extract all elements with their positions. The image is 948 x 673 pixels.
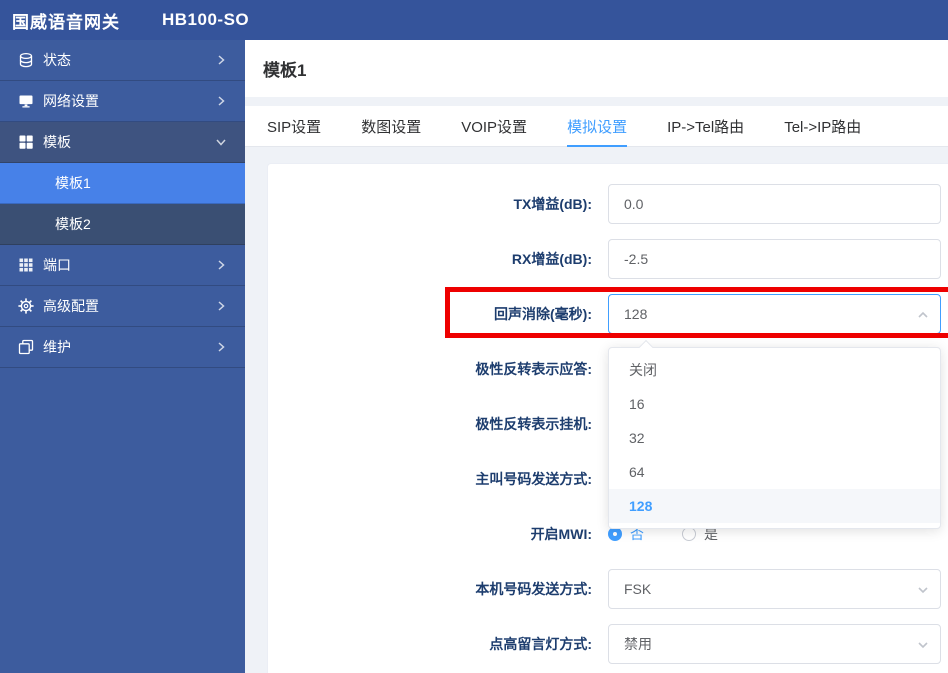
app-header: 国威语音网关 HB100-SO <box>0 0 948 40</box>
tab-tel-to-ip-route[interactable]: Tel->IP路由 <box>784 106 861 146</box>
sidebar-item-label: 网络设置 <box>43 93 99 109</box>
polarity-hangup-label: 极性反转表示挂机: <box>475 416 592 432</box>
polarity-answer-label: 极性反转表示应答: <box>475 361 592 377</box>
sidebar-subitem-label: 模板1 <box>55 175 91 191</box>
tx-gain-input[interactable] <box>608 184 941 224</box>
local-number-send-mode-label: 本机号码发送方式: <box>475 581 592 597</box>
echo-cancel-label: 回声消除(毫秒): <box>494 306 592 322</box>
brand-title: 国威语音网关 <box>12 12 120 32</box>
sidebar-item-label: 高级配置 <box>43 298 99 314</box>
divider <box>245 97 948 106</box>
sidebar-item-label: 状态 <box>43 52 71 68</box>
mwi-lamp-mode-label: 点高留言灯方式: <box>489 636 592 652</box>
sidebar-item-status[interactable]: 状态 <box>0 40 245 81</box>
local-number-send-mode-select[interactable]: FSK <box>608 569 941 609</box>
sidebar-subitem-template2[interactable]: 模板2 <box>0 204 245 245</box>
chevron-right-icon <box>218 301 225 311</box>
rx-gain-label: RX增益(dB): <box>511 251 592 267</box>
grid-2x2-icon <box>19 135 33 149</box>
chevron-up-icon <box>918 311 928 318</box>
sidebar-item-templates[interactable]: 模板 <box>0 122 245 163</box>
mwi-lamp-mode-select[interactable]: 禁用 <box>608 624 941 664</box>
page-title: 模板1 <box>263 61 307 80</box>
radio-unchecked-icon <box>682 527 696 541</box>
grid-3x3-icon <box>19 258 33 272</box>
callerid-send-mode-label: 主叫号码发送方式: <box>475 471 592 487</box>
sidebar-subitem-template1[interactable]: 模板1 <box>0 163 245 204</box>
chevron-right-icon <box>218 96 225 106</box>
tab-ip-to-tel-route[interactable]: IP->Tel路由 <box>667 106 744 146</box>
sidebar-item-maintenance[interactable]: 维护 <box>0 327 245 368</box>
tx-gain-label: TX增益(dB): <box>513 196 592 212</box>
chevron-down-icon <box>918 587 928 594</box>
mwi-label: 开启MWI: <box>530 526 592 542</box>
app-root: { "header": { "brand": "国威语音网关", "model"… <box>0 0 948 673</box>
chevron-right-icon <box>218 55 225 65</box>
tab-analog-settings[interactable]: 模拟设置 <box>567 106 628 147</box>
tab-bar: SIP设置 数图设置 VOIP设置 模拟设置 IP->Tel路由 Tel->IP… <box>245 106 948 147</box>
radio-checked-icon <box>608 527 622 541</box>
echo-cancel-value: 128 <box>624 306 648 322</box>
dropdown-option-128[interactable]: 128 <box>609 489 940 523</box>
divider <box>245 147 948 163</box>
echo-cancel-select[interactable]: 128 <box>608 294 941 334</box>
copy-icon <box>18 339 34 355</box>
device-model: HB100-SO <box>162 10 250 29</box>
sidebar: 状态 网络设置 模板 模板1 模板2 端口 高级配置 维护 <box>0 40 245 673</box>
chevron-right-icon <box>218 260 225 270</box>
sidebar-item-advanced-config[interactable]: 高级配置 <box>0 286 245 327</box>
sidebar-item-network-settings[interactable]: 网络设置 <box>0 81 245 122</box>
dropdown-option-64[interactable]: 64 <box>609 455 940 489</box>
form-row-local-number-send-mode: 本机号码发送方式: FSK <box>268 569 948 609</box>
tab-digitmap-settings[interactable]: 数图设置 <box>361 106 421 146</box>
echo-cancel-dropdown: 关闭 16 32 64 128 <box>608 339 941 529</box>
tab-sip-settings[interactable]: SIP设置 <box>267 106 321 146</box>
chevron-down-icon <box>216 139 226 146</box>
gear-icon <box>18 298 34 314</box>
sidebar-item-label: 端口 <box>43 257 71 273</box>
form-row-tx-gain: TX增益(dB): <box>268 184 948 224</box>
sidebar-item-label: 模板 <box>43 134 71 150</box>
tab-voip-settings[interactable]: VOIP设置 <box>461 106 527 146</box>
chevron-down-icon <box>918 642 928 649</box>
sidebar-item-label: 维护 <box>43 339 71 355</box>
sidebar-subitem-label: 模板2 <box>55 216 91 232</box>
database-icon <box>19 52 33 68</box>
form-row-mwi-lamp-mode: 点高留言灯方式: 禁用 <box>268 624 948 664</box>
page-title-band: 模板1 <box>245 40 948 97</box>
rx-gain-input[interactable] <box>608 239 941 279</box>
chevron-right-icon <box>218 342 225 352</box>
dropdown-option-off[interactable]: 关闭 <box>609 353 940 387</box>
dropdown-option-16[interactable]: 16 <box>609 387 940 421</box>
monitor-icon <box>19 95 33 108</box>
sidebar-item-ports[interactable]: 端口 <box>0 245 245 286</box>
dropdown-option-32[interactable]: 32 <box>609 421 940 455</box>
form-row-rx-gain: RX增益(dB): <box>268 239 948 279</box>
form-row-echo-cancel: 回声消除(毫秒): 128 <box>268 294 948 334</box>
